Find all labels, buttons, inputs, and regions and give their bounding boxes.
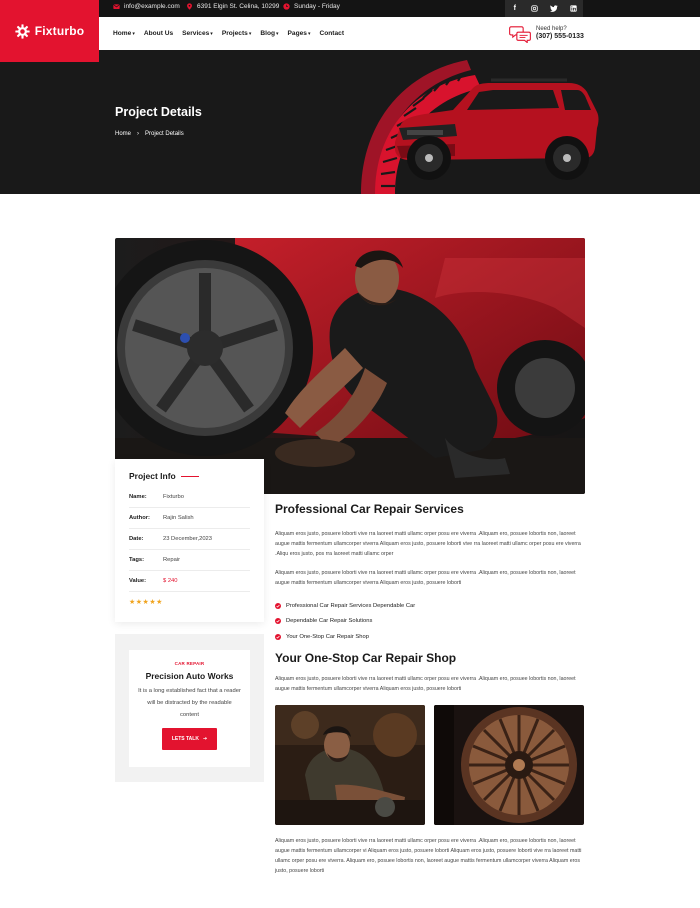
project-info-title: Project Info (129, 471, 176, 481)
nav-item-label: About Us (143, 30, 174, 37)
title-underline (180, 475, 199, 477)
main-navigation: Home ▾ About Us Services ▾ Projects ▾ Blog ▾… (99, 17, 695, 50)
top-bar: info@example.com 6391 Elgin St. Celina, … (0, 0, 700, 17)
feature-list: Professional Car Repair Services Dependa… (275, 598, 415, 645)
list-item-text: Professional Car Repair Services Dependa… (286, 602, 416, 609)
chevron-down-icon: ▾ (307, 30, 311, 37)
nav-item-label: Projects (221, 30, 248, 37)
help-contact[interactable]: Need help? (307) 555-0133 (509, 25, 584, 43)
nav-item-label: Services (182, 30, 210, 37)
breadcrumb: Home › Project Details (115, 131, 184, 137)
info-row-value: Value: $ 240 (129, 571, 250, 592)
clock-icon (283, 3, 290, 10)
paragraph: Aliquam eros justo, posuere loborti vive… (275, 570, 576, 586)
instagram-icon[interactable] (525, 0, 545, 17)
info-value: Rajin Salish (163, 515, 194, 521)
list-item-text: Dependable Car Repair Solutions (286, 618, 373, 625)
cta-card: CAR REPAIR Precision Auto Works It is a … (129, 650, 250, 767)
nav-item-label: Contact (319, 30, 345, 37)
section-heading: Your One-Stop Car Repair Shop (275, 651, 457, 665)
top-hours-text: Sunday - Friday (294, 3, 340, 10)
nav-menu: Home ▾ About Us Services ▾ Projects ▾ Blog ▾… (113, 17, 344, 50)
section-heading: Professional Car Repair Services (275, 502, 464, 516)
facebook-icon[interactable]: f (505, 0, 525, 17)
paragraph: Aliquam eros justo, posuere loborti vive… (275, 838, 582, 874)
twitter-icon[interactable] (544, 0, 564, 17)
top-address-text: 6391 Elgin St. Celina, 10299 (197, 3, 280, 10)
chat-bubbles-icon (509, 26, 531, 43)
info-label: Date: (129, 536, 144, 542)
project-main-image (115, 238, 585, 494)
hero-car-image (361, 60, 599, 194)
breadcrumb-current: Project Details (145, 131, 184, 137)
mail-icon (113, 4, 120, 9)
linkedin-icon[interactable] (564, 0, 584, 17)
arrow-right-icon: ➔ (202, 736, 208, 742)
nav-item-projects[interactable]: Projects ▾ (222, 30, 252, 37)
page-hero: Project Details Home › Project Details (0, 50, 700, 194)
list-item-text: Your One-Stop Car Repair Shop (286, 633, 369, 640)
top-email[interactable]: info@example.com (113, 3, 180, 10)
chevron-down-icon: ▾ (248, 30, 252, 37)
location-icon (187, 3, 192, 10)
cta-kicker: CAR REPAIR (174, 661, 205, 666)
nav-item-label: Pages (287, 30, 307, 37)
list-item: Professional Car Repair Services Dependa… (275, 598, 415, 614)
chevron-down-icon: ▾ (132, 30, 135, 37)
paragraph: Aliquam eros justo, posuere loborti vive… (275, 676, 576, 692)
info-value: $ 240 (163, 578, 178, 584)
info-row-author: Author: Rajin Salish (129, 508, 250, 529)
list-item: Your One-Stop Car Repair Shop (275, 629, 415, 645)
nav-item-label: Blog (260, 30, 276, 37)
info-label: Author: (129, 515, 150, 521)
breadcrumb-home[interactable]: Home (115, 131, 131, 137)
info-value: Fixturbo (163, 494, 184, 500)
list-item: Dependable Car Repair Solutions (275, 614, 415, 630)
info-label: Name: (129, 494, 147, 500)
top-hours: Sunday - Friday (283, 3, 340, 10)
chevron-down-icon: ▾ (210, 30, 213, 37)
social-links: f (505, 0, 583, 17)
nav-item-label: Home (113, 30, 132, 37)
cta-description: It is a long established fact that a rea… (138, 688, 241, 718)
page-title: Project Details (115, 105, 202, 119)
project-info-card: Project Info Name: Fixturbo Author: Raji… (115, 459, 264, 622)
project-content: Professional Car Repair Services Aliquam… (275, 502, 585, 874)
info-row-name: Name: Fixturbo (129, 487, 250, 508)
help-text: Need help? (307) 555-0133 (536, 26, 584, 42)
info-label: Value: (129, 578, 147, 584)
check-circle-icon (275, 618, 281, 625)
top-address: 6391 Elgin St. Celina, 10299 (186, 3, 279, 10)
paragraph: Aliquam eros justo, posuere loborti vive… (275, 531, 581, 557)
lets-talk-label: LETS TALK (171, 736, 199, 742)
breadcrumb-separator-icon: › (137, 131, 140, 137)
logo-text: Fixturbo (34, 24, 85, 38)
nav-item-about[interactable]: About Us (144, 30, 173, 37)
star-rating-icon: ★★★★★ (129, 599, 163, 606)
nav-item-services[interactable]: Services ▾ (182, 30, 213, 37)
nav-item-blog[interactable]: Blog ▾ (260, 30, 278, 37)
engine-fan-image (434, 705, 584, 825)
info-row-date: Date: 23 December,2023 (129, 529, 250, 550)
info-value[interactable]: Repair (163, 557, 180, 563)
lets-talk-button[interactable]: LETS TALK ➔ (161, 728, 218, 750)
top-email-text: info@example.com (124, 3, 180, 10)
project-info-heading: Project Info (129, 471, 250, 481)
chevron-down-icon: ▾ (276, 30, 279, 37)
check-circle-icon (275, 602, 281, 609)
cta-section: CAR REPAIR Precision Auto Works It is a … (115, 634, 264, 782)
help-phone[interactable]: (307) 555-0133 (536, 33, 584, 42)
gear-logo-icon (15, 23, 30, 39)
info-label: Tags: (129, 557, 145, 563)
cta-title: Precision Auto Works (145, 671, 234, 681)
info-value: 23 December,2023 (163, 536, 212, 542)
mechanic-engine-image (275, 705, 425, 825)
nav-item-home[interactable]: Home ▾ (113, 30, 135, 37)
nav-item-contact[interactable]: Contact (319, 30, 344, 37)
logo[interactable]: Fixturbo (0, 0, 99, 62)
nav-item-pages[interactable]: Pages ▾ (288, 30, 311, 37)
info-row-tags: Tags: Repair (129, 550, 250, 571)
check-circle-icon (275, 633, 281, 640)
help-label: Need help? (536, 25, 567, 32)
